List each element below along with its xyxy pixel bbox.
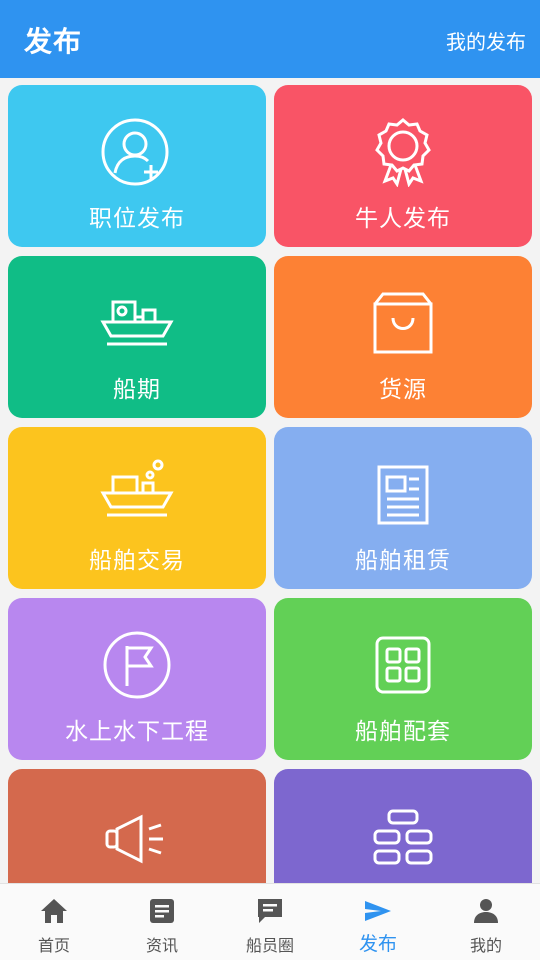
news-icon xyxy=(147,896,177,926)
tile-job-post[interactable]: 职位发布 xyxy=(8,85,266,247)
tab-label: 首页 xyxy=(37,936,70,955)
flag-circle-icon xyxy=(99,630,175,700)
tile-ship-schedule[interactable]: 船期 xyxy=(8,256,266,418)
my-posts-button[interactable]: 我的发布 xyxy=(446,26,526,55)
tab-label: 船员圈 xyxy=(245,936,294,955)
shopping-bag-icon xyxy=(365,288,441,358)
tile-label: 船舶交易 xyxy=(89,548,185,574)
tab-home[interactable]: 首页 xyxy=(0,884,108,960)
tab-news[interactable]: 资讯 xyxy=(108,884,216,960)
tile-label: 货源 xyxy=(379,377,427,403)
publish-grid: 职位发布 牛人发布 船期 货源 船舶交易 船舶租赁 水上水下工程 船舶配套 xyxy=(8,85,532,883)
award-badge-icon xyxy=(365,117,441,187)
bottom-tab-bar: 首页 资讯 船员圈 发布 我的 xyxy=(0,883,540,960)
ship-bubbles-icon xyxy=(99,459,175,529)
tab-label: 发布 xyxy=(358,933,397,955)
newspaper-icon xyxy=(365,459,441,529)
tab-publish[interactable]: 发布 xyxy=(324,884,432,960)
tile-cargo-source[interactable]: 货源 xyxy=(274,256,532,418)
tab-label: 资讯 xyxy=(145,936,178,955)
tile-label: 船期 xyxy=(113,377,161,403)
tile-blocks[interactable] xyxy=(274,769,532,883)
tile-ship-accessories[interactable]: 船舶配套 xyxy=(274,598,532,760)
ship-icon xyxy=(99,288,175,358)
chat-icon xyxy=(255,896,285,926)
tile-label: 牛人发布 xyxy=(355,206,451,232)
megaphone-icon xyxy=(99,801,175,871)
grid-icon xyxy=(365,630,441,700)
home-icon xyxy=(39,896,69,926)
person-icon xyxy=(471,896,501,926)
tile-marine-engineering[interactable]: 水上水下工程 xyxy=(8,598,266,760)
send-icon xyxy=(363,896,393,926)
stacked-blocks-icon xyxy=(365,801,441,871)
tile-talent-post[interactable]: 牛人发布 xyxy=(274,85,532,247)
tile-label: 水上水下工程 xyxy=(65,719,209,745)
page-title: 发布 xyxy=(24,25,83,58)
tab-crew-circle[interactable]: 船员圈 xyxy=(216,884,324,960)
tile-label: 职位发布 xyxy=(89,206,185,232)
person-plus-icon xyxy=(99,117,175,187)
tile-ship-trade[interactable]: 船舶交易 xyxy=(8,427,266,589)
app-header: 发布 我的发布 xyxy=(0,0,540,78)
tile-ship-lease[interactable]: 船舶租赁 xyxy=(274,427,532,589)
tile-label: 船舶租赁 xyxy=(355,548,451,574)
tile-label: 船舶配套 xyxy=(355,719,451,745)
tab-mine[interactable]: 我的 xyxy=(432,884,540,960)
tab-label: 我的 xyxy=(469,936,502,955)
tile-announcement[interactable] xyxy=(8,769,266,883)
